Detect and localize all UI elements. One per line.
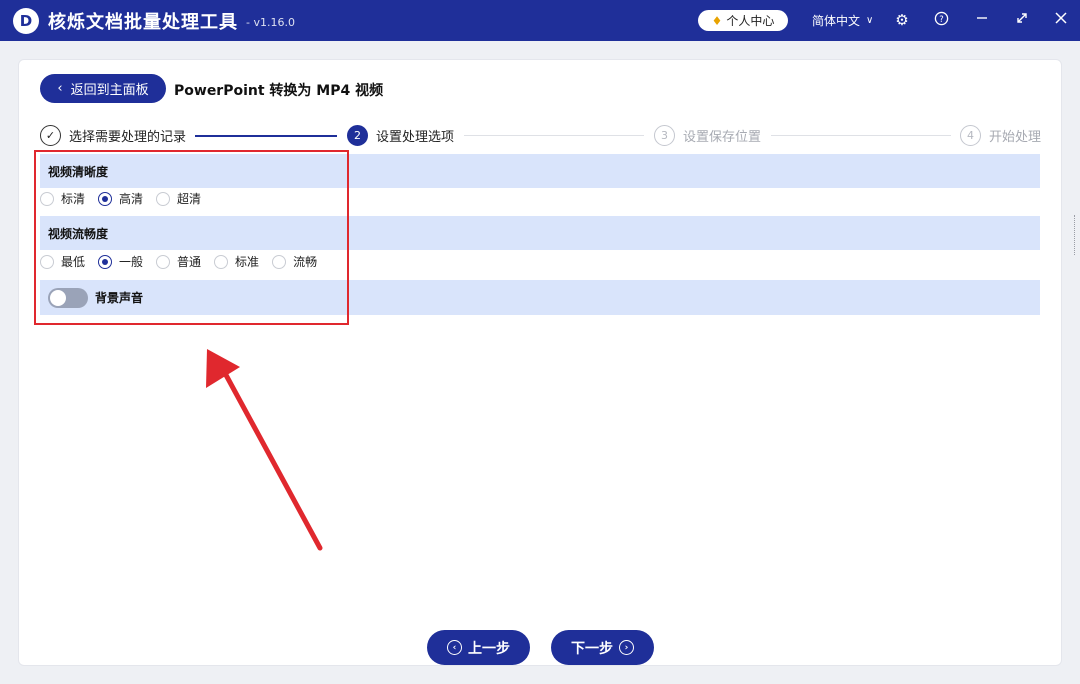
chevron-left-circle-icon: ‹ bbox=[447, 640, 462, 655]
next-step-button[interactable]: 下一步 › bbox=[551, 630, 654, 665]
next-step-label: 下一步 bbox=[571, 640, 613, 657]
previous-step-label: 上一步 bbox=[468, 640, 510, 657]
resize-handle[interactable] bbox=[1074, 215, 1078, 255]
annotation-arrow bbox=[206, 349, 323, 551]
chevron-right-circle-icon: › bbox=[619, 640, 634, 655]
previous-step-button[interactable]: ‹ 上一步 bbox=[427, 630, 530, 665]
